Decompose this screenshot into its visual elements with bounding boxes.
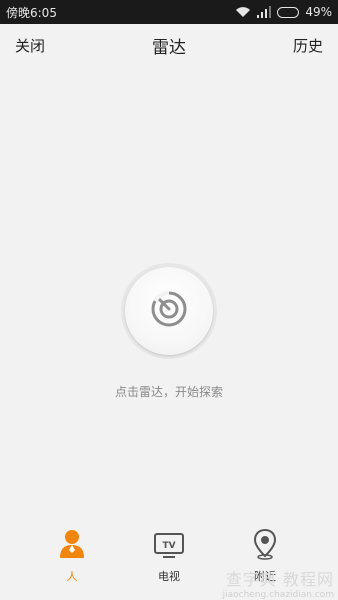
tv-icon: TV (153, 528, 185, 564)
history-button[interactable]: 历史 (293, 35, 323, 56)
tab-people[interactable]: 人 (37, 528, 107, 584)
radar-icon (149, 289, 189, 333)
svg-text:TV: TV (162, 541, 175, 551)
tab-label-tv: 电视 (158, 570, 180, 583)
close-button[interactable]: 关闭 (15, 35, 45, 56)
wifi-icon (235, 6, 251, 18)
radar-hint: 点击雷达，开始探索 (114, 385, 223, 399)
status-icons: 49% (235, 5, 332, 19)
radar-button[interactable] (121, 263, 217, 359)
watermark-main: 查字典 教程网 (225, 570, 334, 589)
status-time: 傍晚6:05 (6, 5, 57, 20)
person-icon (58, 528, 86, 564)
tab-tv[interactable]: TV 电视 (134, 528, 204, 584)
battery-percent: 49% (305, 5, 332, 19)
signal-icon (257, 6, 272, 18)
tab-label-people: 人 (66, 570, 78, 583)
radar-button-face (125, 267, 213, 355)
page-title: 雷达 (152, 37, 186, 58)
location-pin-icon (251, 528, 279, 564)
title-bar: 关闭 雷达 历史 (0, 24, 338, 66)
watermark: 查字典 教程网 jiaocheng.chazidian.com (223, 566, 334, 600)
watermark-sub: jiaocheng.chazidian.com (222, 590, 334, 600)
battery-icon (277, 6, 300, 18)
status-bar: 傍晚6:05 49% (0, 0, 338, 24)
screen: 傍晚6:05 49% 关闭 雷达 历史 点击雷达，开始探索 人 TV 电视 附近… (0, 0, 338, 600)
